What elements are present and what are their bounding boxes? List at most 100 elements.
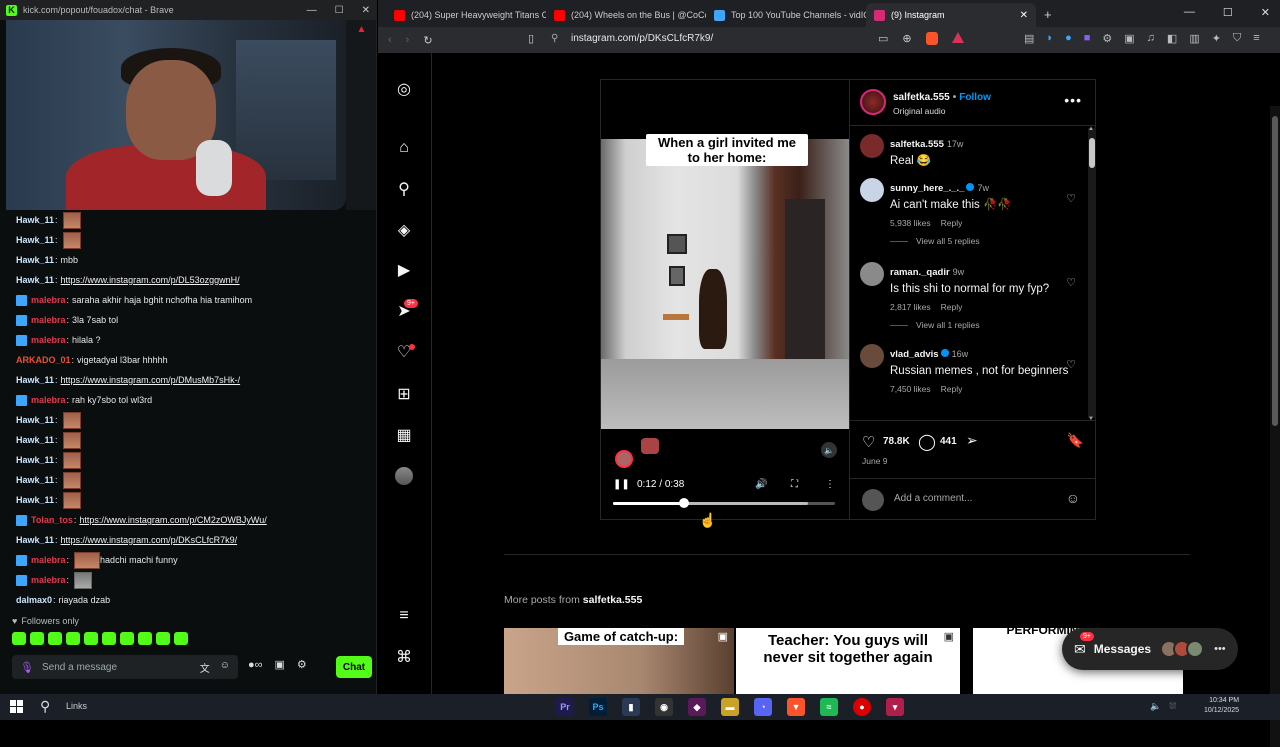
reply-button[interactable]: Reply (941, 384, 963, 394)
commenter-username[interactable]: salfetka.555 (890, 139, 944, 150)
comment-likes[interactable]: 5,938 likes (890, 218, 931, 228)
scroll-up-icon[interactable]: ▲ (1088, 126, 1094, 132)
browser-tab[interactable]: (204) Super Heavyweight Titans Colli (386, 3, 546, 27)
maximize-icon[interactable]: ☐ (1223, 6, 1233, 19)
emote-button[interactable] (102, 632, 116, 645)
view-replies-link[interactable]: View all 5 replies (890, 236, 980, 246)
volume-icon[interactable]: 🔊 (755, 479, 767, 490)
chat-username[interactable]: Hawk_11 (16, 375, 54, 385)
add-comment-input[interactable]: Add a comment... (894, 493, 972, 504)
emote-button[interactable] (30, 632, 44, 645)
save-bookmark-icon[interactable]: 🔖 (1067, 432, 1084, 449)
chat-username[interactable]: malebra (31, 315, 66, 325)
commenter-username[interactable]: raman._qadir (890, 267, 950, 278)
chat-username[interactable]: Hawk_11 (16, 455, 54, 465)
page-scrollbar-thumb[interactable] (1272, 116, 1278, 426)
emote-button[interactable] (174, 632, 188, 645)
explore-icon[interactable]: ◈ (393, 219, 415, 241)
video-seek-handle[interactable] (679, 498, 690, 508)
chat-username[interactable]: Hawk_11 (16, 235, 54, 245)
network-icon[interactable]: ⛆ (1169, 701, 1176, 712)
extension-icon[interactable]: ◗ (1046, 32, 1053, 45)
browser-tab[interactable]: Top 100 YouTube Channels - vidIQ St (706, 3, 866, 27)
chat-username[interactable]: dalmax0 (16, 595, 52, 605)
create-plus-icon[interactable]: ⊞ (393, 383, 415, 405)
chat-username[interactable]: malebra (31, 575, 66, 585)
file-explorer-icon[interactable]: ▬ (721, 698, 739, 716)
wallet-icon[interactable]: ▥ (1189, 32, 1199, 45)
sidebar-icon[interactable]: ◧ (1167, 32, 1177, 45)
chat-username[interactable]: Hawk_11 (16, 495, 54, 505)
emote-button[interactable] (120, 632, 134, 645)
fullscreen-icon[interactable]: ⛶ (791, 479, 798, 490)
chat-username[interactable]: malebra (31, 295, 66, 305)
chat-username[interactable]: malebra (31, 555, 66, 565)
menu-icon[interactable]: ≡ (1253, 32, 1259, 45)
settings-gear-icon[interactable]: ⚙ (297, 658, 307, 671)
follow-button[interactable]: Follow (959, 92, 991, 103)
profile-avatar[interactable] (395, 467, 413, 485)
like-count[interactable]: 78.8K (883, 436, 910, 447)
gift-icon[interactable]: ▣ (275, 658, 285, 671)
commenter-username[interactable]: sunny_here_._._ (890, 183, 964, 194)
comment-likes[interactable]: 7,450 likes (890, 384, 931, 394)
reply-button[interactable]: Reply (941, 218, 963, 228)
chat-link[interactable]: https://www.instagram.com/p/DMusMb7sHk-/ (61, 375, 241, 385)
chat-link[interactable]: https://www.instagram.com/p/DKsCLfcR7k9/ (61, 535, 238, 545)
comment-like-heart-icon[interactable]: ♡ (1066, 276, 1076, 289)
photoshop-icon[interactable]: Ps (589, 698, 607, 716)
emote-button[interactable] (12, 632, 26, 645)
comment-like-heart-icon[interactable]: ♡ (1066, 358, 1076, 371)
comment-count[interactable]: 441 (940, 436, 957, 447)
extension-icon[interactable]: ▲ (346, 24, 376, 36)
instagram-logo-icon[interactable]: ◎ (393, 78, 415, 100)
browser-tab[interactable]: (204) Wheels on the Bus | @CoCome (546, 3, 706, 27)
search-icon[interactable]: ⚲ (393, 178, 415, 200)
new-tab-plus-icon[interactable]: + (1036, 7, 1060, 27)
site-settings-icon[interactable]: ⚲ (551, 33, 558, 44)
volume-icon[interactable]: 🔈 (1150, 701, 1161, 712)
reply-button[interactable]: Reply (941, 302, 963, 312)
commenter-avatar[interactable] (860, 262, 884, 286)
view-replies-link[interactable]: View all 1 replies (890, 320, 980, 330)
more-options-icon[interactable]: ⋮ (825, 479, 835, 490)
dashboard-icon[interactable]: ▦ (393, 424, 415, 446)
tagged-user-avatar[interactable] (641, 438, 659, 454)
more-options-icon[interactable]: ••• (1214, 643, 1226, 655)
chat-username[interactable]: Hawk_11 (16, 475, 54, 485)
url-field[interactable]: instagram.com/p/DKsCLfcR7k9/ (571, 33, 713, 44)
minimize-icon[interactable]: — (1184, 6, 1195, 19)
emote-button[interactable] (138, 632, 152, 645)
audio-link[interactable]: Original audio (893, 106, 945, 116)
pause-icon[interactable]: ❚❚ (613, 479, 630, 490)
minimize-icon[interactable]: — (307, 5, 317, 16)
zoom-icon[interactable]: ⊕ (902, 32, 911, 45)
threads-icon[interactable]: ⌘ (393, 646, 415, 668)
comment-like-heart-icon[interactable]: ♡ (1066, 192, 1076, 205)
taskbar-clock[interactable]: 10:34 PM 10/12/2025 (1204, 696, 1239, 716)
extension-icon[interactable]: ⚙ (1102, 32, 1112, 45)
author-username[interactable]: salfetka.555 (893, 92, 950, 103)
extension-icon[interactable]: ▣ (1124, 32, 1134, 45)
emote-button[interactable] (66, 632, 80, 645)
reload-icon[interactable]: ↻ (423, 34, 432, 47)
camera-icon[interactable]: ◉ (655, 698, 673, 716)
chat-message-input[interactable]: 🎙 Send a message 文 ☺ (12, 655, 238, 679)
chat-username[interactable]: Hawk_11 (16, 535, 54, 545)
search-icon[interactable]: ⚲ (40, 698, 50, 715)
emote-button[interactable] (156, 632, 170, 645)
obs-icon[interactable]: ● (853, 698, 871, 716)
commenter-username[interactable]: vlad_advis (890, 349, 939, 360)
chat-username[interactable]: Tolan_tos (31, 515, 73, 525)
bookmark-icon[interactable]: ▯ (528, 32, 534, 45)
links-toolbar[interactable]: Links (66, 701, 87, 711)
forward-arrow-icon[interactable]: › (406, 34, 410, 47)
commenter-avatar[interactable] (860, 178, 884, 202)
emote-button[interactable] (48, 632, 62, 645)
app-icon[interactable]: ◆ (688, 698, 706, 716)
messages-floating-button[interactable]: ✉ 9+ Messages ••• (1062, 628, 1238, 670)
leo-icon[interactable]: ✦ (1212, 32, 1221, 45)
emoji-icon[interactable]: ☺ (1066, 490, 1080, 506)
chat-username[interactable]: malebra (31, 335, 66, 345)
chat-username[interactable]: Hawk_11 (16, 415, 54, 425)
